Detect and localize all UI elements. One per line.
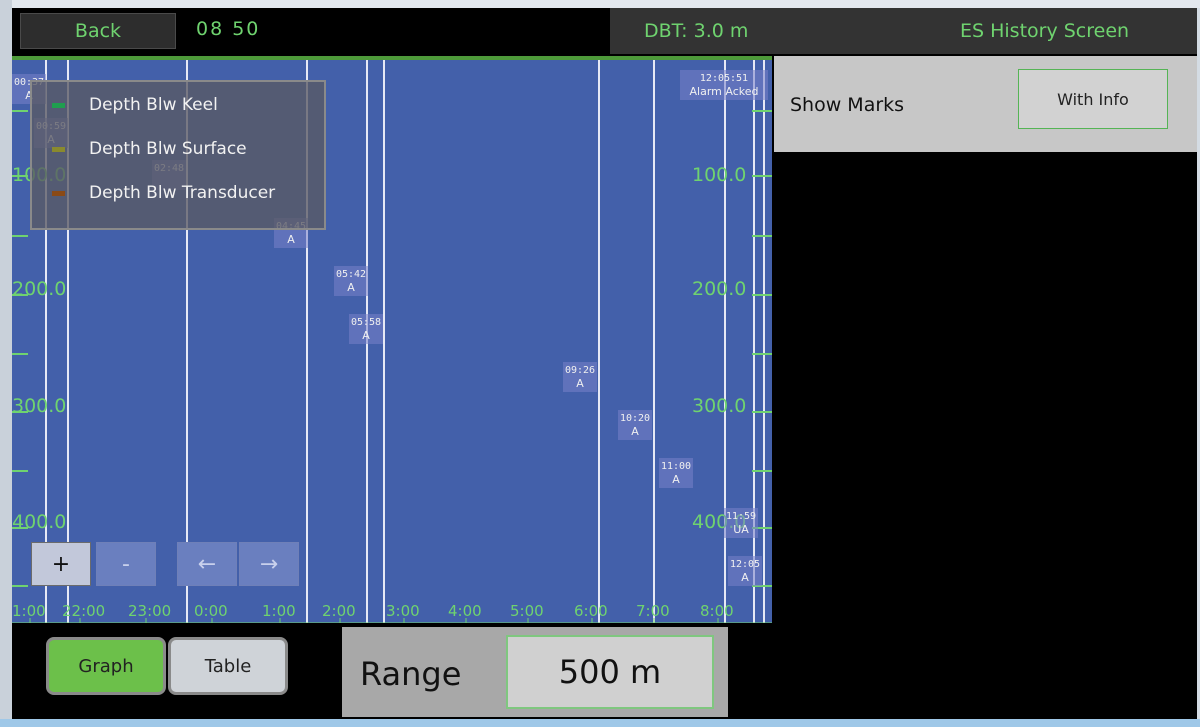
graph-mode-button[interactable]: Graph — [46, 637, 166, 695]
legend-swatch — [52, 102, 65, 108]
time-axis-label: 1:00 — [12, 602, 46, 620]
time-axis-label: 1:00 — [262, 602, 296, 620]
time-axis-label: 5:00 — [510, 602, 544, 620]
event-mark-code: UA — [733, 523, 749, 536]
event-mark-time: 05:58 — [351, 317, 381, 328]
event-mark-code: A — [631, 425, 639, 438]
time-axis-label: 22:00 — [62, 602, 105, 620]
scroll-left-arrow-icon[interactable]: ← — [177, 542, 237, 586]
event-mark-code: A — [741, 571, 749, 584]
zoom-out-button[interactable]: - — [96, 542, 156, 586]
depth-axis-label: 200.0 — [12, 278, 66, 300]
event-mark-time: 09:26 — [565, 365, 595, 376]
show-marks-panel: Show Marks With Info — [774, 56, 1197, 152]
legend-item-surface: Depth Blw Surface — [52, 134, 247, 164]
legend-label: Depth Blw Transducer — [89, 183, 276, 203]
legend-item-transducer: Depth Blw Transducer — [52, 178, 275, 208]
legend-label: Depth Blw Surface — [89, 139, 247, 159]
event-mark-code: A — [287, 233, 295, 246]
event-mark-time: 12:05 — [730, 559, 760, 570]
event-mark-time: 12:05:51 — [700, 73, 748, 84]
time-axis-label: 3:00 — [386, 602, 420, 620]
graph-legend: Depth Blw Keel Depth Blw Surface Depth B… — [30, 80, 326, 230]
event-mark-time: 05:42 — [336, 269, 366, 280]
show-marks-label: Show Marks — [790, 94, 905, 116]
screen-title: ES History Screen — [960, 20, 1130, 42]
range-panel: Range 500 m — [342, 627, 728, 717]
es-history-screen: Back 08 50 DBT: 3.0 m ES History Screen … — [12, 8, 1197, 719]
event-mark-code: A — [576, 377, 584, 390]
event-mark-time: 10:20 — [620, 413, 650, 424]
range-label: Range — [360, 655, 462, 693]
event-mark-code: A — [672, 473, 680, 486]
event-mark-time: 11:59 — [726, 511, 756, 522]
dbt-panel: DBT: 3.0 m — [610, 8, 772, 54]
depth-axis-label: 400.0 — [12, 511, 66, 533]
time-axis-label: 8:00 — [700, 602, 734, 620]
time-axis-label: 2:00 — [322, 602, 356, 620]
event-mark-time: 11:00 — [661, 461, 691, 472]
time-axis-label: 6:00 — [574, 602, 608, 620]
depth-trace-band — [12, 56, 772, 60]
event-mark-code: A — [347, 281, 355, 294]
depth-axis-label: 100.0 — [692, 164, 746, 186]
time-axis-label: 4:00 — [448, 602, 482, 620]
depth-axis-label: 200.0 — [692, 278, 746, 300]
table-mode-button[interactable]: Table — [168, 637, 288, 695]
depth-axis-label: 300.0 — [692, 395, 746, 417]
time-axis-label: 23:00 — [128, 602, 171, 620]
clock-time: 08 50 — [196, 18, 261, 40]
dbt-readout: DBT: 3.0 m — [644, 20, 749, 42]
legend-swatch — [52, 146, 65, 152]
time-axis-label: 7:00 — [636, 602, 670, 620]
range-value[interactable]: 500 m — [506, 635, 714, 709]
window-bottom-strip — [0, 719, 1200, 727]
back-button[interactable]: Back — [20, 13, 176, 49]
with-info-button[interactable]: With Info — [1018, 69, 1168, 129]
window-left-strip — [0, 0, 12, 727]
event-mark-code: Alarm Acked — [690, 85, 759, 98]
legend-item-keel: Depth Blw Keel — [52, 90, 218, 120]
window-top-strip — [0, 0, 1200, 8]
legend-swatch — [52, 190, 65, 196]
screen-title-panel: ES History Screen — [772, 8, 1197, 54]
legend-label: Depth Blw Keel — [89, 95, 218, 115]
time-axis-label: 0:00 — [194, 602, 228, 620]
event-mark-code: A — [362, 329, 370, 342]
depth-axis-label: 300.0 — [12, 395, 66, 417]
echo-sounder-history-graph[interactable]: 100.0200.0300.0400.0100.0200.0300.0400.0… — [12, 56, 772, 623]
zoom-in-button[interactable]: + — [31, 542, 91, 586]
scroll-right-arrow-icon[interactable]: → — [239, 542, 299, 586]
